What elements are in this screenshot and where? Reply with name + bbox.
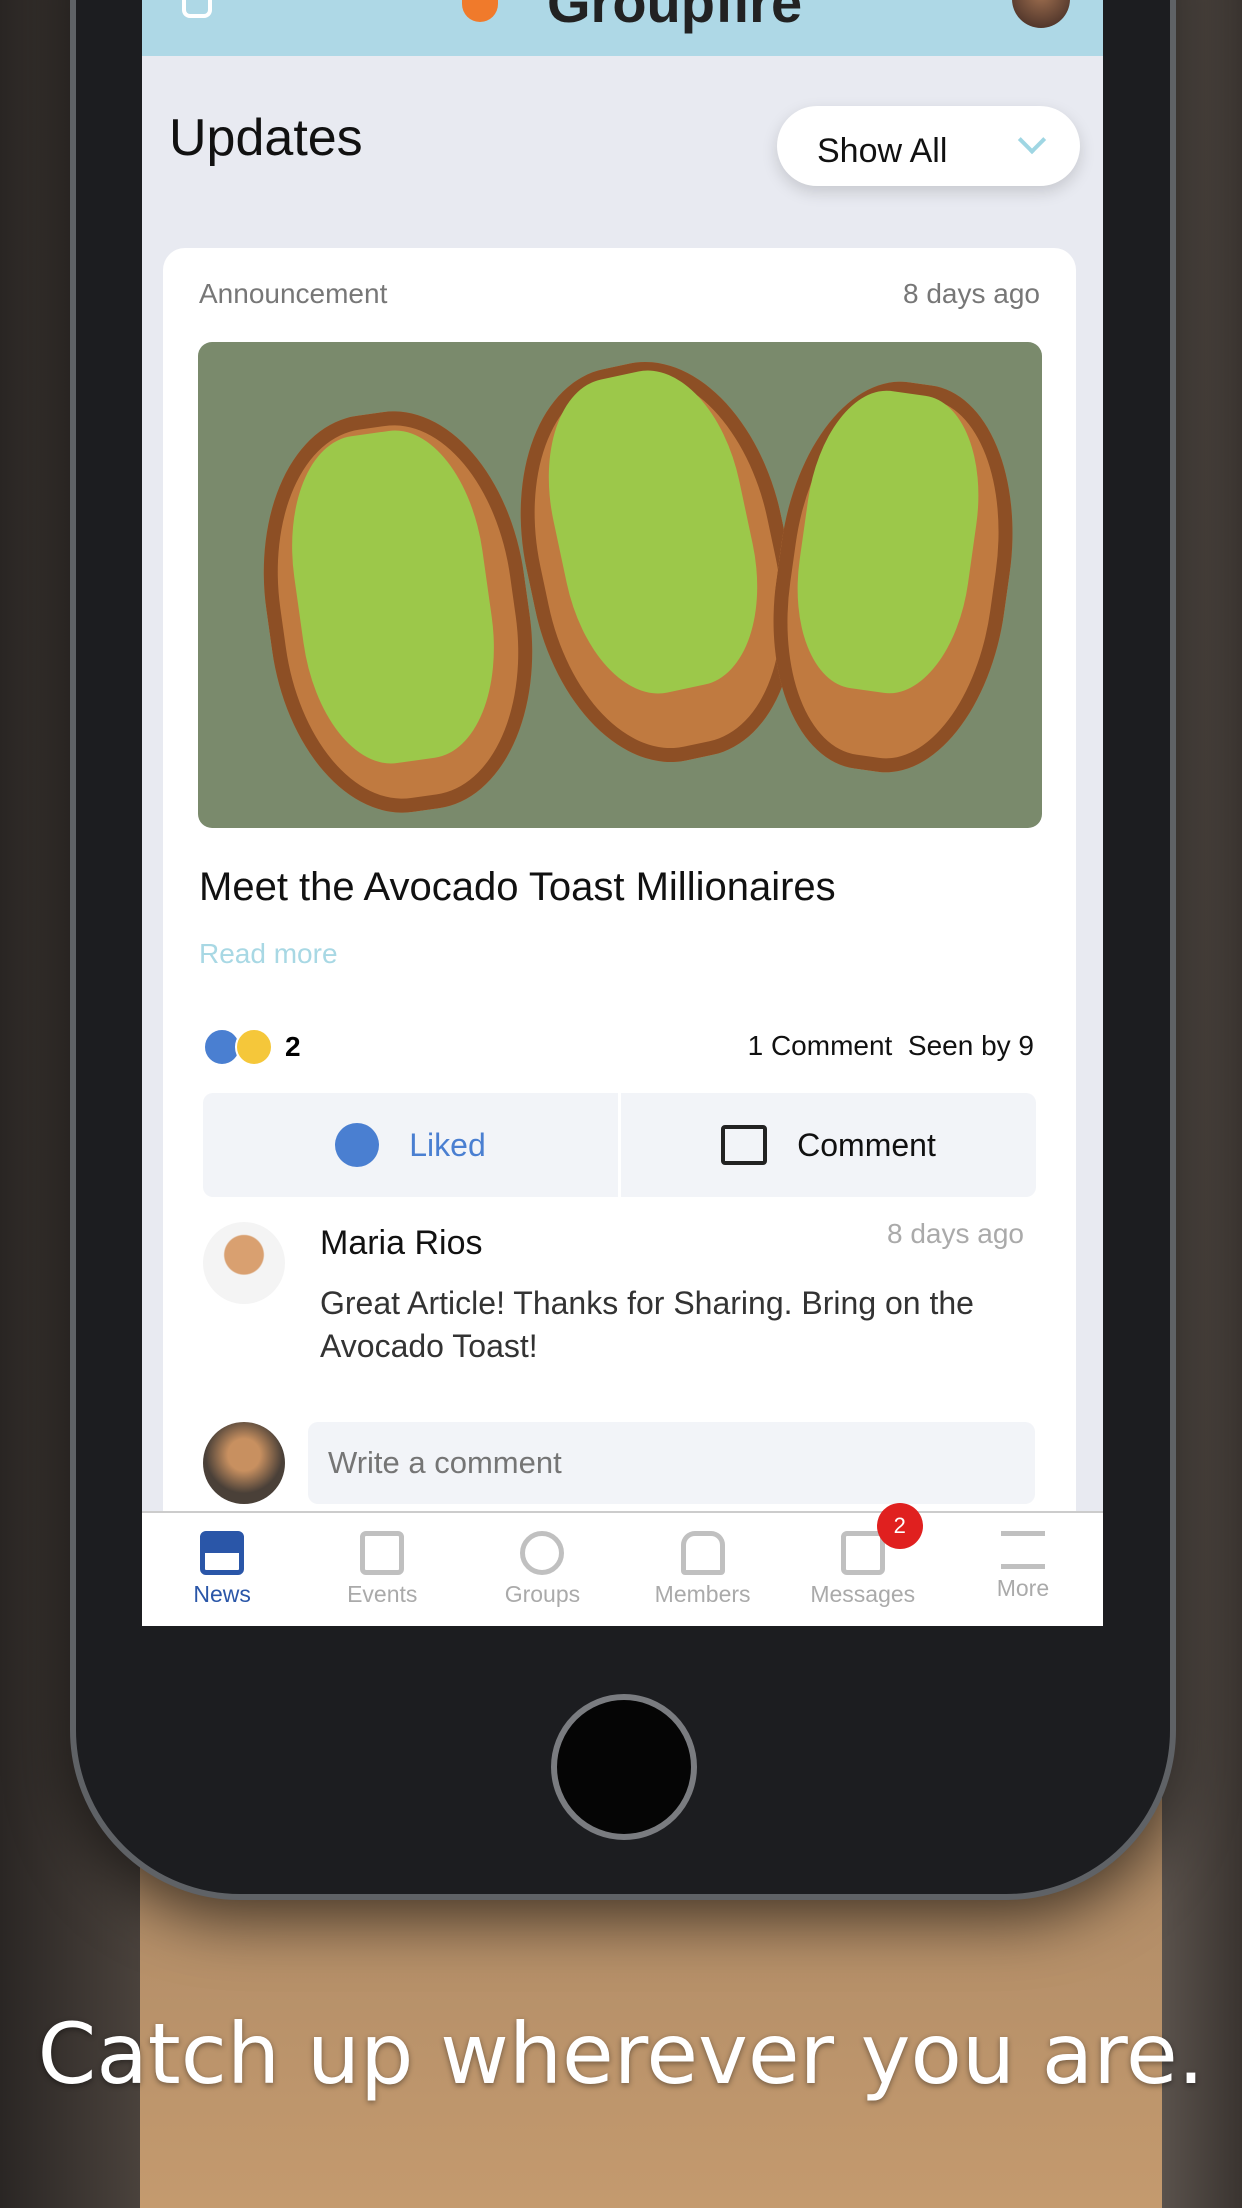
post-actions: Liked Comment xyxy=(203,1093,1036,1197)
post-card: Announcement 8 days ago Meet the Avocado… xyxy=(163,248,1076,1626)
chat-icon xyxy=(840,1531,885,1575)
comment-time: 8 days ago xyxy=(887,1218,1024,1249)
post-title[interactable]: Meet the Avocado Toast Millionaires xyxy=(199,865,836,910)
tab-events[interactable]: Events xyxy=(302,1513,462,1626)
comment-label: Comment xyxy=(797,1126,936,1163)
tab-label: Groups xyxy=(504,1581,581,1607)
app-header: Groupfire xyxy=(142,0,1103,56)
groups-icon xyxy=(520,1531,565,1575)
tab-label: Messages xyxy=(810,1581,916,1607)
tab-messages[interactable]: Messages 2 xyxy=(783,1503,943,1626)
user-avatar xyxy=(203,1422,285,1504)
members-icon xyxy=(680,1531,725,1575)
tab-label: Events xyxy=(347,1581,418,1607)
like-label: Liked xyxy=(409,1126,486,1163)
seen-count[interactable]: Seen by 9 xyxy=(908,1030,1034,1061)
reactions-summary[interactable]: 2 xyxy=(203,1028,301,1066)
reaction-count: 2 xyxy=(285,1031,301,1062)
unread-badge: 2 xyxy=(876,1503,923,1549)
laugh-reaction-icon xyxy=(235,1028,273,1066)
tab-label: News xyxy=(193,1581,251,1607)
menu-icon xyxy=(1000,1531,1045,1569)
comment-text: Great Article! Thanks for Sharing. Bring… xyxy=(320,1285,974,1364)
bell-icon[interactable] xyxy=(182,0,212,18)
comment-author[interactable]: Maria Rios xyxy=(320,1224,482,1263)
tab-label: More xyxy=(996,1575,1050,1601)
comment-input[interactable] xyxy=(308,1422,1035,1504)
profile-avatar[interactable] xyxy=(1012,0,1070,28)
post-time: 8 days ago xyxy=(903,278,1040,309)
tab-groups[interactable]: Groups xyxy=(462,1513,622,1626)
chevron-down-icon xyxy=(1017,125,1047,155)
post-stats: 1 Comment Seen by 9 xyxy=(748,1030,1034,1062)
app-screen: Groupfire Updates Show All Announcement … xyxy=(142,0,1103,1626)
tab-label: Members xyxy=(654,1581,751,1607)
home-button[interactable] xyxy=(551,1694,697,1840)
comment-count[interactable]: 1 Comment xyxy=(748,1030,893,1061)
like-button[interactable]: Liked xyxy=(203,1093,618,1197)
tab-bar: News Events Groups Members Messages 2 Mor… xyxy=(142,1503,1103,1626)
promo-caption: Catch up wherever you are. xyxy=(37,2005,1205,2103)
newspaper-icon xyxy=(200,1531,245,1575)
post-image[interactable] xyxy=(198,342,1042,828)
thumbs-up-icon xyxy=(335,1123,380,1167)
filter-dropdown[interactable]: Show All xyxy=(777,106,1080,186)
tab-members[interactable]: Members xyxy=(623,1513,783,1626)
tab-news[interactable]: News xyxy=(142,1513,302,1626)
comment-icon xyxy=(721,1125,768,1165)
comment-button[interactable]: Comment xyxy=(618,1093,1036,1197)
tab-more[interactable]: More xyxy=(943,1513,1103,1626)
app-logo: Groupfire xyxy=(547,0,803,34)
commenter-avatar[interactable] xyxy=(203,1222,285,1304)
logo-flame-icon xyxy=(462,0,498,22)
page-title: Updates xyxy=(169,109,363,167)
read-more-link[interactable]: Read more xyxy=(199,938,338,970)
filter-value: Show All xyxy=(817,132,948,170)
calendar-icon xyxy=(360,1531,405,1575)
post-type: Announcement xyxy=(199,278,388,309)
